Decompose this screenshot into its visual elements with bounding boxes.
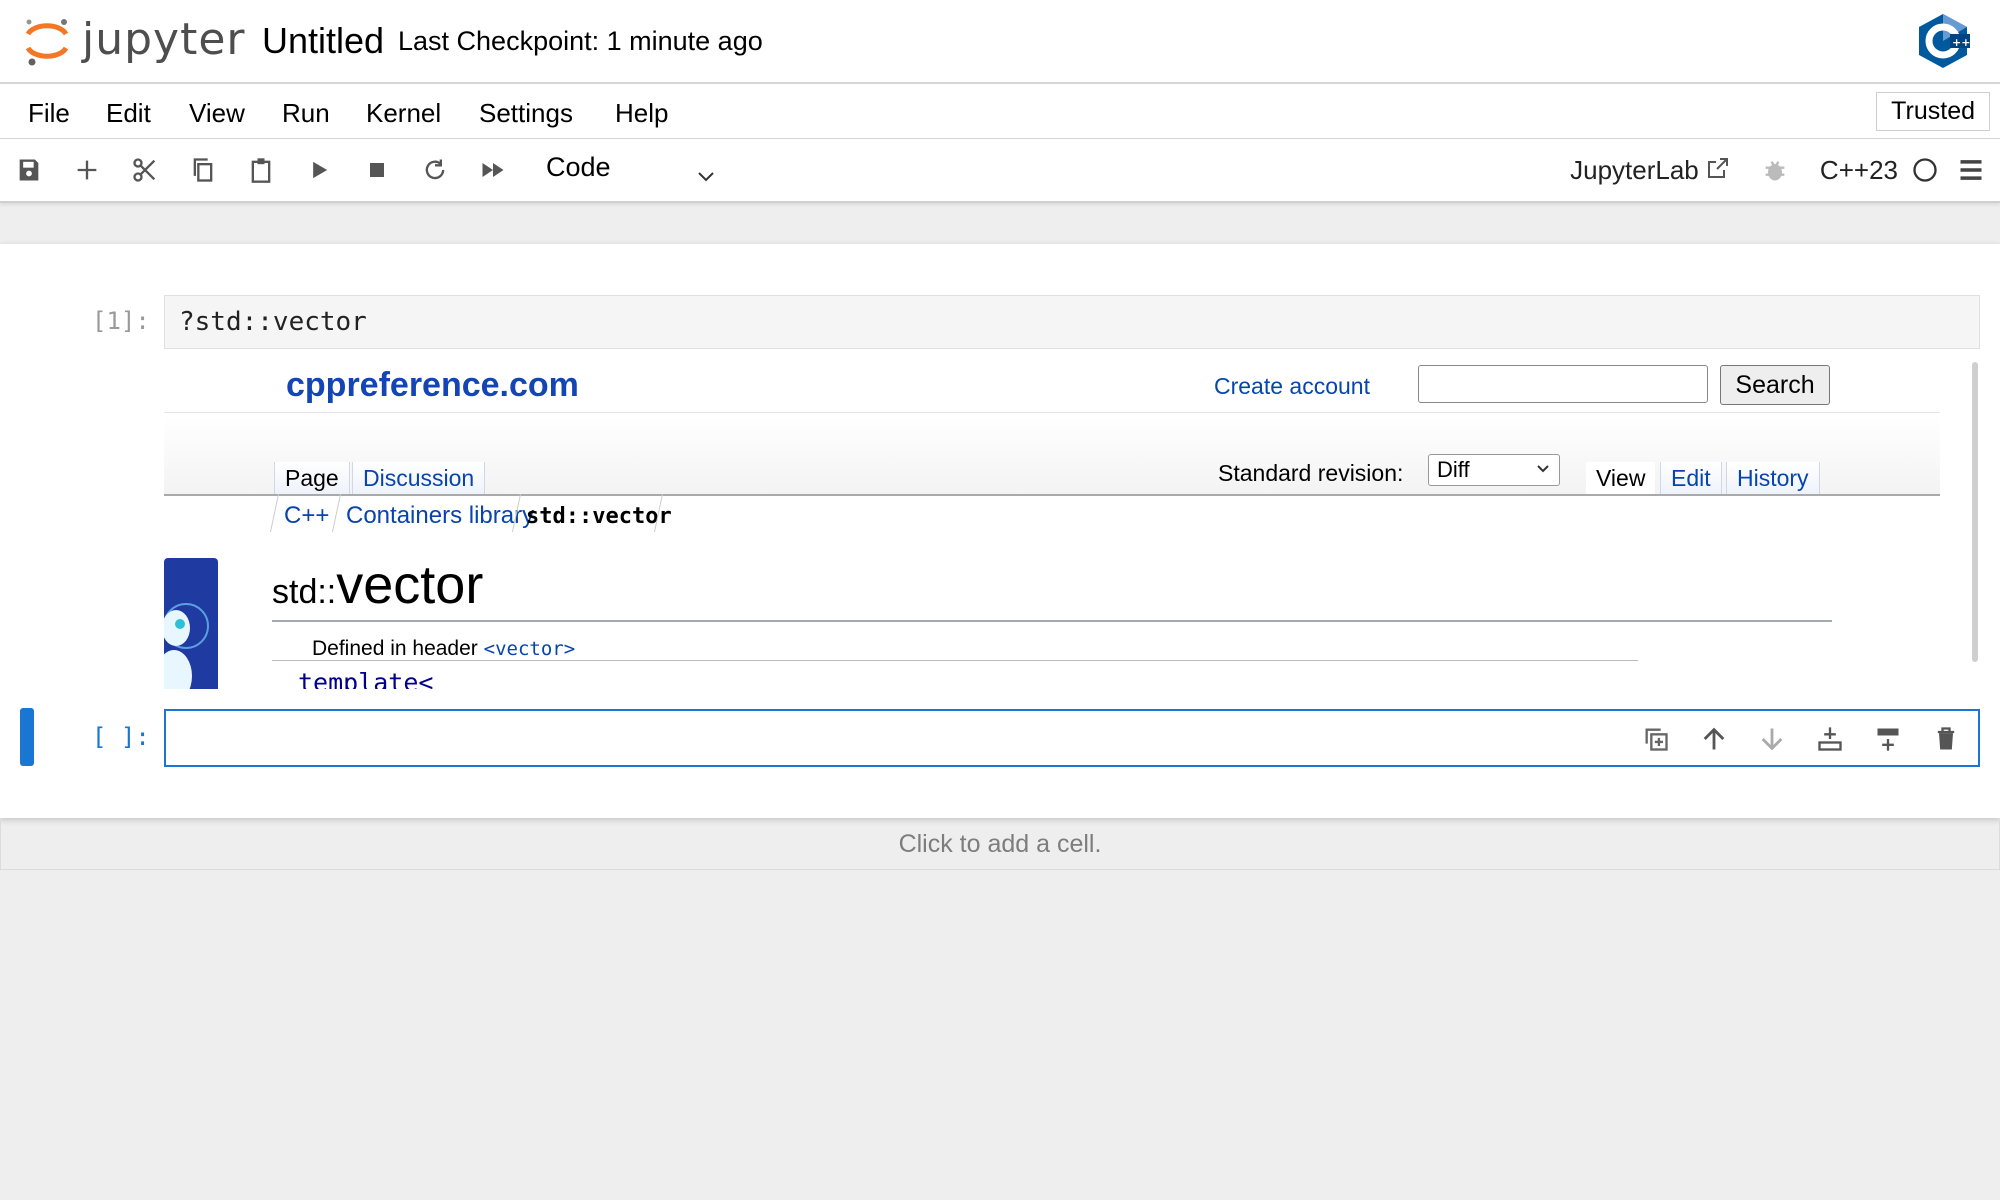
header-divider [164,412,1940,413]
breadcrumb-cpp[interactable]: C++ [284,502,329,530]
menu-kernel[interactable]: Kernel [366,98,441,129]
cell-1-input[interactable]: ?std::vector [164,295,1980,349]
tab-edit[interactable]: Edit [1660,462,1722,494]
breadcrumb-separator [331,494,342,532]
standard-revision-value: Diff [1437,457,1470,482]
template-declaration: template< [298,668,434,689]
run-icon[interactable] [302,153,336,187]
kernel-status-circle-icon [1908,153,1942,187]
page-title-name: vector [336,555,484,615]
chevron-down-icon [696,162,716,193]
menu-settings[interactable]: Settings [479,98,573,129]
chevron-down-icon [1535,455,1551,485]
menu-bar: File Edit View Run Kernel Settings Help … [0,84,2000,140]
page-title: std::vector [272,554,483,616]
notebook-toolbar: Code JupyterLab C++23 [0,139,2000,203]
tab-history[interactable]: History [1726,462,1820,494]
plus-icon[interactable] [70,153,104,187]
jupyterlab-label: JupyterLab [1570,155,1699,185]
delete-icon[interactable] [1930,723,1962,755]
breadcrumb-containers-library[interactable]: Containers library [346,502,534,530]
cell-type-value: Code [546,152,611,182]
svg-text:++: ++ [1952,36,1970,49]
page-title-prefix: std:: [272,573,337,611]
checkpoint-status: Last Checkpoint: 1 minute ago [398,26,763,56]
jupyter-logo-text: jupyter [82,14,246,65]
stop-icon[interactable] [360,153,394,187]
search-input[interactable] [1418,365,1708,403]
cpp-logo-icon: ++ [1914,12,1972,70]
tab-discussion[interactable]: Discussion [352,462,486,494]
duplicate-icon[interactable] [1640,723,1672,755]
external-link-icon [1706,155,1730,185]
cell-1-prompt: [1]: [92,307,150,335]
site-name-link[interactable]: cppreference.com [286,366,579,405]
scissors-icon[interactable] [128,153,162,187]
standard-revision-select[interactable]: Diff [1428,454,1560,486]
restart-icon[interactable] [418,153,452,187]
cppreference-mascot-image [164,558,218,689]
defined-in-header: Defined in header <vector> [312,637,575,661]
header-link[interactable]: <vector> [484,638,576,660]
cell-1-output: cppreference.com Create account Search P… [164,356,1940,689]
declaration-divider [272,660,1638,661]
open-jupyterlab-link[interactable]: JupyterLab [1570,155,1730,186]
trusted-button[interactable]: Trusted [1876,92,1990,131]
move-up-icon[interactable] [1698,723,1730,755]
add-cell-footer[interactable]: Click to add a cell. [0,820,2000,870]
tab-page[interactable]: Page [274,462,350,494]
breadcrumb-separator [269,494,280,532]
insert-above-icon[interactable] [1872,723,1904,755]
cell-2-input[interactable] [164,709,1980,767]
menu-run[interactable]: Run [282,98,330,129]
fast-forward-icon[interactable] [476,153,510,187]
debugger-icon[interactable] [1758,153,1792,187]
output-scrollbar[interactable] [1972,362,1978,662]
create-account-link[interactable]: Create account [1214,373,1370,400]
paste-icon[interactable] [244,153,278,187]
insert-below-icon[interactable] [1814,723,1846,755]
kernel-name[interactable]: C++23 [1820,155,1898,186]
active-cell-indicator [20,708,34,766]
defined-in-label: Defined in header [312,637,478,660]
menu-file[interactable]: File [28,98,70,129]
save-icon[interactable] [12,153,46,187]
menu-hamburger-icon[interactable] [1954,153,1988,187]
cell-2-prompt: [ ]: [92,723,150,751]
cell-type-dropdown[interactable]: Code [546,152,716,188]
tab-view[interactable]: View [1586,462,1656,494]
cell-1-code: ?std::vector [179,307,367,337]
menu-view[interactable]: View [189,98,245,129]
search-button[interactable]: Search [1720,365,1830,405]
menu-edit[interactable]: Edit [106,98,151,129]
title-divider [272,620,1832,622]
notebook-title[interactable]: Untitled [262,20,384,62]
jupyter-logo-icon[interactable] [20,14,74,68]
breadcrumb-std-vector: std::vector [526,504,672,529]
standard-revision-label: Standard revision: [1218,460,1404,486]
top-header: jupyter Untitled Last Checkpoint: 1 minu… [0,0,2000,84]
move-down-icon[interactable] [1756,723,1788,755]
copy-icon[interactable] [186,153,220,187]
menu-help[interactable]: Help [615,98,668,129]
